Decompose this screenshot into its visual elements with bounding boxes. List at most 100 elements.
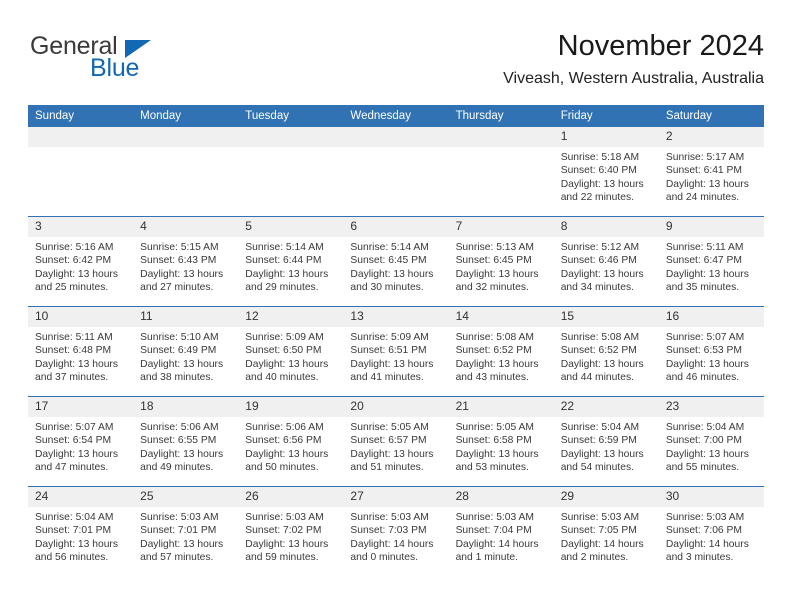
calendar-day-cell[interactable]: 20 Sunrise: 5:05 AM Sunset: 6:57 PM Dayligh…: [343, 397, 449, 486]
day-details: Sunrise: 5:11 AM Sunset: 6:47 PM Daylight:…: [659, 237, 764, 294]
calendar-day-cell[interactable]: 13 Sunrise: 5:09 AM Sunset: 6:51 PM Dayligh…: [343, 307, 449, 396]
sunrise-text: Sunrise: 5:16 AM: [35, 242, 114, 253]
day-details: Sunrise: 5:03 AM Sunset: 7:02 PM Daylight:…: [238, 507, 343, 564]
general-blue-logo[interactable]: General Blue: [28, 32, 288, 92]
calendar-day-cell[interactable]: 1 Sunrise: 5:18 AM Sunset: 6:40 PM Daylight…: [553, 127, 659, 216]
day-details: Sunrise: 5:17 AM Sunset: 6:41 PM Daylight:…: [659, 147, 764, 204]
calendar-day-cell[interactable]: 16 Sunrise: 5:07 AM Sunset: 6:53 PM Dayligh…: [658, 307, 764, 396]
calendar-day-cell[interactable]: 11 Sunrise: 5:10 AM Sunset: 6:49 PM Dayligh…: [133, 307, 239, 396]
sunrise-text: Sunrise: 5:06 AM: [140, 422, 219, 433]
day-number: 25: [133, 487, 239, 507]
weekday-header-sunday: Sunday: [28, 105, 134, 127]
day-details: Sunrise: 5:12 AM Sunset: 6:46 PM Daylight:…: [554, 237, 659, 294]
sunset-text: Sunset: 6:41 PM: [665, 165, 742, 177]
calendar-day-cell[interactable]: 18 Sunrise: 5:06 AM Sunset: 6:55 PM Dayligh…: [133, 397, 239, 486]
page-title: November 2024: [557, 30, 764, 62]
sunrise-text: Sunrise: 5:03 AM: [665, 512, 745, 523]
calendar-day-cell[interactable]: 28 Sunrise: 5:03 AM Sunset: 7:04 PM Dayligh…: [448, 487, 554, 576]
daylight-text: Daylight: 14 hours and 0 minutes.: [350, 538, 434, 563]
calendar-day-cell[interactable]: 24 Sunrise: 5:04 AM Sunset: 7:01 PM Dayligh…: [28, 487, 134, 576]
day-number: 1: [553, 127, 659, 147]
sunset-text: Sunset: 6:56 PM: [245, 435, 322, 447]
calendar-body: 1 Sunrise: 5:18 AM Sunset: 6:40 PM Daylight…: [28, 127, 764, 576]
sunrise-text: Sunrise: 5:05 AM: [455, 422, 534, 433]
day-number: 15: [553, 307, 659, 327]
calendar-day-cell[interactable]: 30 Sunrise: 5:03 AM Sunset: 7:06 PM Dayligh…: [658, 487, 764, 576]
sunrise-text: Sunrise: 5:03 AM: [245, 512, 324, 523]
day-number: 30: [658, 487, 764, 507]
day-number: 12: [238, 307, 344, 327]
calendar-week-row: 17 Sunrise: 5:07 AM Sunset: 6:54 PM Dayligh…: [28, 396, 764, 487]
calendar-day-cell[interactable]: 2 Sunrise: 5:17 AM Sunset: 6:41 PM Daylight…: [658, 127, 764, 216]
day-number: 27: [343, 487, 449, 507]
calendar-day-cell[interactable]: 27 Sunrise: 5:03 AM Sunset: 7:03 PM Dayligh…: [343, 487, 449, 576]
daylight-text: Daylight: 13 hours and 37 minutes.: [35, 358, 118, 383]
day-number: 3: [28, 217, 134, 237]
calendar-day-cell[interactable]: 3 Sunrise: 5:16 AM Sunset: 6:42 PM Daylight…: [28, 217, 134, 306]
calendar-week-row: 3 Sunrise: 5:16 AM Sunset: 6:42 PM Daylight…: [28, 216, 764, 307]
day-number: 2: [658, 127, 764, 147]
sunrise-text: Sunrise: 5:03 AM: [350, 512, 429, 523]
day-details: Sunrise: 5:04 AM Sunset: 7:01 PM Daylight:…: [28, 507, 133, 564]
calendar-day-cell[interactable]: 7 Sunrise: 5:13 AM Sunset: 6:45 PM Daylight…: [448, 217, 554, 306]
daylight-text: Daylight: 13 hours and 27 minutes.: [140, 268, 224, 293]
day-details: Sunrise: 5:06 AM Sunset: 6:55 PM Daylight:…: [133, 417, 238, 474]
calendar-day-cell[interactable]: 8 Sunrise: 5:12 AM Sunset: 6:46 PM Daylight…: [553, 217, 659, 306]
day-number: 26: [238, 487, 344, 507]
day-details: Sunrise: 5:03 AM Sunset: 7:04 PM Daylight:…: [449, 507, 554, 564]
calendar-day-cell[interactable]: 17 Sunrise: 5:07 AM Sunset: 6:54 PM Dayligh…: [28, 397, 134, 486]
calendar-page: General Blue November 2024 Viveash, West…: [0, 0, 792, 612]
calendar-day-cell[interactable]: 4 Sunrise: 5:15 AM Sunset: 6:43 PM Daylight…: [133, 217, 239, 306]
sunset-text: Sunset: 6:51 PM: [350, 345, 427, 357]
sunrise-text: Sunrise: 5:11 AM: [665, 242, 744, 253]
calendar-day-cell[interactable]: 9 Sunrise: 5:11 AM Sunset: 6:47 PM Daylight…: [658, 217, 764, 306]
calendar-day-cell[interactable]: 25 Sunrise: 5:03 AM Sunset: 7:01 PM Dayligh…: [133, 487, 239, 576]
page-header: General Blue November 2024 Viveash, West…: [28, 28, 764, 98]
sunrise-text: Sunrise: 5:13 AM: [455, 242, 534, 253]
daylight-text: Daylight: 13 hours and 29 minutes.: [245, 268, 329, 293]
weekday-header-thursday: Thursday: [448, 105, 554, 127]
sunrise-text: Sunrise: 5:12 AM: [560, 242, 640, 253]
day-details: Sunrise: 5:14 AM Sunset: 6:44 PM Daylight:…: [238, 237, 343, 294]
sunrise-text: Sunrise: 5:14 AM: [245, 242, 324, 253]
daylight-text: Daylight: 13 hours and 47 minutes.: [35, 448, 118, 473]
sunset-text: Sunset: 6:47 PM: [665, 255, 742, 267]
daylight-text: Daylight: 13 hours and 22 minutes.: [560, 178, 644, 203]
weekday-header-monday: Monday: [133, 105, 239, 127]
calendar-day-cell[interactable]: 12 Sunrise: 5:09 AM Sunset: 6:50 PM Dayligh…: [238, 307, 344, 396]
day-details: Sunrise: 5:15 AM Sunset: 6:43 PM Daylight:…: [133, 237, 238, 294]
daylight-text: Daylight: 13 hours and 25 minutes.: [35, 268, 118, 293]
day-details: Sunrise: 5:03 AM Sunset: 7:06 PM Daylight:…: [659, 507, 764, 564]
calendar-day-cell-empty: [238, 127, 344, 216]
calendar-day-cell[interactable]: 22 Sunrise: 5:04 AM Sunset: 6:59 PM Dayligh…: [553, 397, 659, 486]
calendar-day-cell[interactable]: 26 Sunrise: 5:03 AM Sunset: 7:02 PM Dayligh…: [238, 487, 344, 576]
calendar-day-cell[interactable]: 19 Sunrise: 5:06 AM Sunset: 6:56 PM Dayligh…: [238, 397, 344, 486]
day-number: 13: [343, 307, 449, 327]
daylight-text: Daylight: 13 hours and 30 minutes.: [350, 268, 434, 293]
calendar-day-cell[interactable]: 10 Sunrise: 5:11 AM Sunset: 6:48 PM Dayligh…: [28, 307, 134, 396]
calendar-day-cell[interactable]: 15 Sunrise: 5:08 AM Sunset: 6:52 PM Dayligh…: [553, 307, 659, 396]
day-number: 20: [343, 397, 449, 417]
sunset-text: Sunset: 7:06 PM: [665, 525, 742, 537]
day-number: [343, 127, 449, 147]
day-number: 14: [448, 307, 554, 327]
day-number: 24: [28, 487, 134, 507]
calendar-day-cell[interactable]: 6 Sunrise: 5:14 AM Sunset: 6:45 PM Daylight…: [343, 217, 449, 306]
calendar-day-cell[interactable]: 21 Sunrise: 5:05 AM Sunset: 6:58 PM Dayligh…: [448, 397, 554, 486]
sunrise-text: Sunrise: 5:03 AM: [560, 512, 640, 523]
daylight-text: Daylight: 13 hours and 56 minutes.: [35, 538, 118, 563]
daylight-text: Daylight: 13 hours and 40 minutes.: [245, 358, 329, 383]
day-details: Sunrise: 5:13 AM Sunset: 6:45 PM Daylight:…: [449, 237, 554, 294]
calendar-day-cell[interactable]: 5 Sunrise: 5:14 AM Sunset: 6:44 PM Daylight…: [238, 217, 344, 306]
daylight-text: Daylight: 13 hours and 53 minutes.: [455, 448, 539, 473]
sunrise-text: Sunrise: 5:04 AM: [560, 422, 640, 433]
sunrise-text: Sunrise: 5:08 AM: [560, 332, 640, 343]
daylight-text: Daylight: 13 hours and 34 minutes.: [560, 268, 644, 293]
sunset-text: Sunset: 6:49 PM: [140, 345, 217, 357]
day-details: Sunrise: 5:09 AM Sunset: 6:50 PM Daylight:…: [238, 327, 343, 384]
day-details: Sunrise: 5:03 AM Sunset: 7:05 PM Daylight:…: [554, 507, 659, 564]
calendar-day-cell[interactable]: 29 Sunrise: 5:03 AM Sunset: 7:05 PM Dayligh…: [553, 487, 659, 576]
calendar-day-cell[interactable]: 23 Sunrise: 5:04 AM Sunset: 7:00 PM Dayligh…: [658, 397, 764, 486]
calendar-grid: Sunday Monday Tuesday Wednesday Thursday…: [28, 105, 764, 576]
calendar-day-cell[interactable]: 14 Sunrise: 5:08 AM Sunset: 6:52 PM Dayligh…: [448, 307, 554, 396]
